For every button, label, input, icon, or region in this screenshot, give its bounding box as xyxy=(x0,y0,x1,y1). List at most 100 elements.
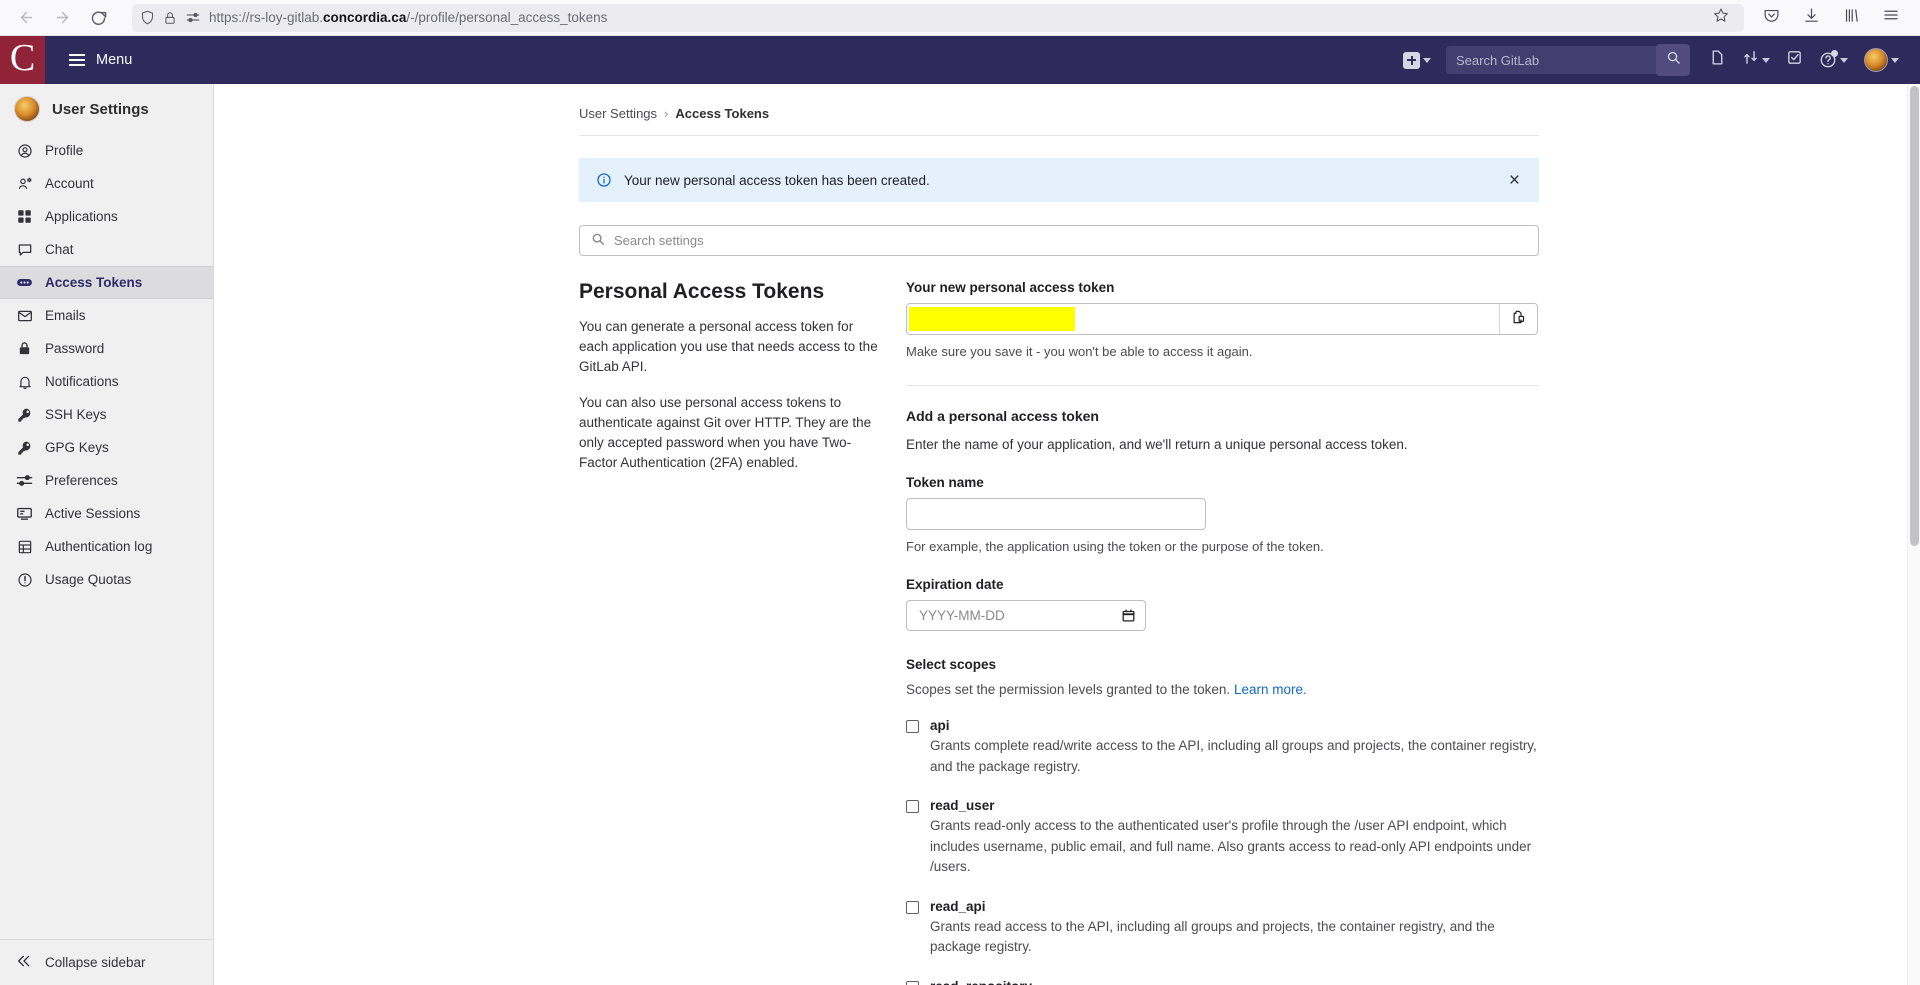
new-token-input[interactable] xyxy=(907,304,1499,334)
sidebar-nav-list: Profile Account Applications Chat Access… xyxy=(0,134,213,939)
sidebar-item-preferences[interactable]: Preferences xyxy=(0,464,213,497)
bookmark-button[interactable] xyxy=(1706,3,1736,32)
app-menu-button[interactable] xyxy=(1878,5,1904,31)
reload-button[interactable] xyxy=(82,3,114,33)
main-menu-label: Menu xyxy=(96,52,133,68)
sidebar-item-label: GPG Keys xyxy=(45,440,109,455)
url-text: https://rs-loy-gitlab.concordia.ca/-/pro… xyxy=(209,10,608,25)
gitlab-search-input[interactable]: Search GitLab xyxy=(1446,46,1686,74)
lock-icon[interactable] xyxy=(163,11,177,25)
scope-checkbox-read-user[interactable] xyxy=(906,800,919,814)
breadcrumb-current[interactable]: Access Tokens xyxy=(675,106,769,121)
scope-checkbox-read-api[interactable] xyxy=(906,900,919,914)
token-form-column: Your new personal access token Make sure… xyxy=(906,280,1538,985)
chevron-down-icon xyxy=(1840,57,1848,63)
chevron-down-icon xyxy=(1762,57,1770,63)
sidebar-item-access-tokens[interactable]: Access Tokens xyxy=(0,266,213,299)
scope-checkbox-api[interactable] xyxy=(906,720,919,733)
issues-button[interactable] xyxy=(1702,44,1733,76)
info-circle-icon xyxy=(596,172,612,188)
sidebar-item-gpg-keys[interactable]: GPG Keys xyxy=(0,431,213,464)
sidebar-item-emails[interactable]: Emails xyxy=(0,299,213,332)
scrollbar-thumb[interactable] xyxy=(1910,86,1919,546)
sidebar-item-notifications[interactable]: Notifications xyxy=(0,365,213,398)
new-item-button[interactable] xyxy=(1396,44,1438,76)
downloads-button[interactable] xyxy=(1798,5,1824,31)
concordia-logo[interactable]: C xyxy=(0,36,45,84)
scope-name: read_user xyxy=(930,798,995,814)
main-content: User Settings › Access Tokens Your new p… xyxy=(214,84,1920,985)
scope-item: read_user Grants read-only access to the… xyxy=(906,798,1538,878)
sidebar-item-authentication-log[interactable]: Authentication log xyxy=(0,530,213,563)
scope-checkbox-read-repository[interactable] xyxy=(906,980,919,985)
quota-clock-icon xyxy=(16,571,33,588)
expiration-date-input[interactable]: YYYY-MM-DD xyxy=(906,600,1146,631)
sidebar-item-chat[interactable]: Chat xyxy=(0,233,213,266)
sidebar-item-password[interactable]: Password xyxy=(0,332,213,365)
calendar-icon[interactable] xyxy=(1121,608,1136,623)
sidebar-item-label: Access Tokens xyxy=(45,275,143,290)
star-icon xyxy=(1713,7,1729,28)
user-menu-button[interactable] xyxy=(1857,44,1906,76)
address-bar[interactable]: https://rs-loy-gitlab.concordia.ca/-/pro… xyxy=(132,3,1744,32)
browser-nav-buttons xyxy=(10,3,114,33)
sidebar-item-ssh-keys[interactable]: SSH Keys xyxy=(0,398,213,431)
collapse-sidebar-label: Collapse sidebar xyxy=(45,955,146,970)
sidebar-item-label: Emails xyxy=(45,308,86,323)
forward-button[interactable] xyxy=(46,3,78,33)
question-circle-icon xyxy=(1819,50,1838,69)
sidebar-item-label: Password xyxy=(45,341,105,356)
collapse-sidebar-button[interactable]: Collapse sidebar xyxy=(0,939,213,985)
page-title: Personal Access Tokens xyxy=(579,280,825,303)
sidebar-item-applications[interactable]: Applications xyxy=(0,200,213,233)
token-name-input[interactable] xyxy=(906,498,1206,530)
copy-token-button[interactable] xyxy=(1499,304,1537,334)
breadcrumb-root[interactable]: User Settings xyxy=(579,106,657,121)
section-divider xyxy=(906,385,1538,386)
add-token-description: Enter the name of your application, and … xyxy=(906,437,1408,452)
sliders-icon xyxy=(16,472,33,489)
monitor-icon xyxy=(16,505,33,522)
redaction-overlay xyxy=(909,307,1075,331)
expiration-date-label: Expiration date xyxy=(906,577,1004,592)
sidebar-item-usage-quotas[interactable]: Usage Quotas xyxy=(0,563,213,596)
envelope-icon xyxy=(16,307,33,324)
sidebar-item-label: Active Sessions xyxy=(45,506,141,521)
issues-icon xyxy=(1709,49,1726,71)
scope-item: read_api Grants read access to the API, … xyxy=(906,899,1538,958)
vertical-scrollbar[interactable] xyxy=(1907,84,1920,985)
sidebar-item-label: Applications xyxy=(45,209,118,224)
downloads-icon xyxy=(1803,7,1820,29)
hamburger-menu-icon xyxy=(69,54,85,66)
gitlab-search-button[interactable] xyxy=(1656,44,1690,76)
back-button[interactable] xyxy=(10,3,42,33)
breadcrumb-separator: › xyxy=(664,106,669,121)
todos-button[interactable] xyxy=(1779,44,1810,76)
sidebar-title: User Settings xyxy=(52,100,149,118)
library-button[interactable] xyxy=(1838,5,1864,31)
sidebar-item-account[interactable]: Account xyxy=(0,167,213,200)
site-permissions-icon[interactable] xyxy=(185,10,201,25)
scope-name: read_api xyxy=(930,898,986,914)
pocket-button[interactable] xyxy=(1758,5,1784,31)
learn-more-link[interactable]: Learn more. xyxy=(1234,682,1307,697)
merge-requests-button[interactable] xyxy=(1735,44,1777,76)
alert-message: Your new personal access token has been … xyxy=(624,172,930,188)
user-avatar xyxy=(1864,48,1888,72)
account-gear-icon xyxy=(16,175,33,192)
close-icon[interactable]: × xyxy=(1507,171,1522,190)
scope-description: Grants complete read/write access to the… xyxy=(930,738,1537,774)
breadcrumb: User Settings › Access Tokens xyxy=(579,106,1539,136)
sidebar-item-active-sessions[interactable]: Active Sessions xyxy=(0,497,213,530)
intro-paragraph-2: You can also use personal access tokens … xyxy=(579,394,872,470)
scope-name: read_repository xyxy=(930,979,1032,985)
search-settings-input[interactable]: Search settings xyxy=(579,225,1539,256)
token-created-alert: Your new personal access token has been … xyxy=(579,158,1539,202)
help-button[interactable] xyxy=(1812,44,1855,76)
sidebar-item-profile[interactable]: Profile xyxy=(0,134,213,167)
main-menu-button[interactable]: Menu xyxy=(61,46,140,74)
sidebar-header: User Settings xyxy=(0,84,213,134)
shield-icon[interactable] xyxy=(140,10,155,25)
table-log-icon xyxy=(16,538,33,555)
plus-square-icon xyxy=(1403,51,1420,69)
